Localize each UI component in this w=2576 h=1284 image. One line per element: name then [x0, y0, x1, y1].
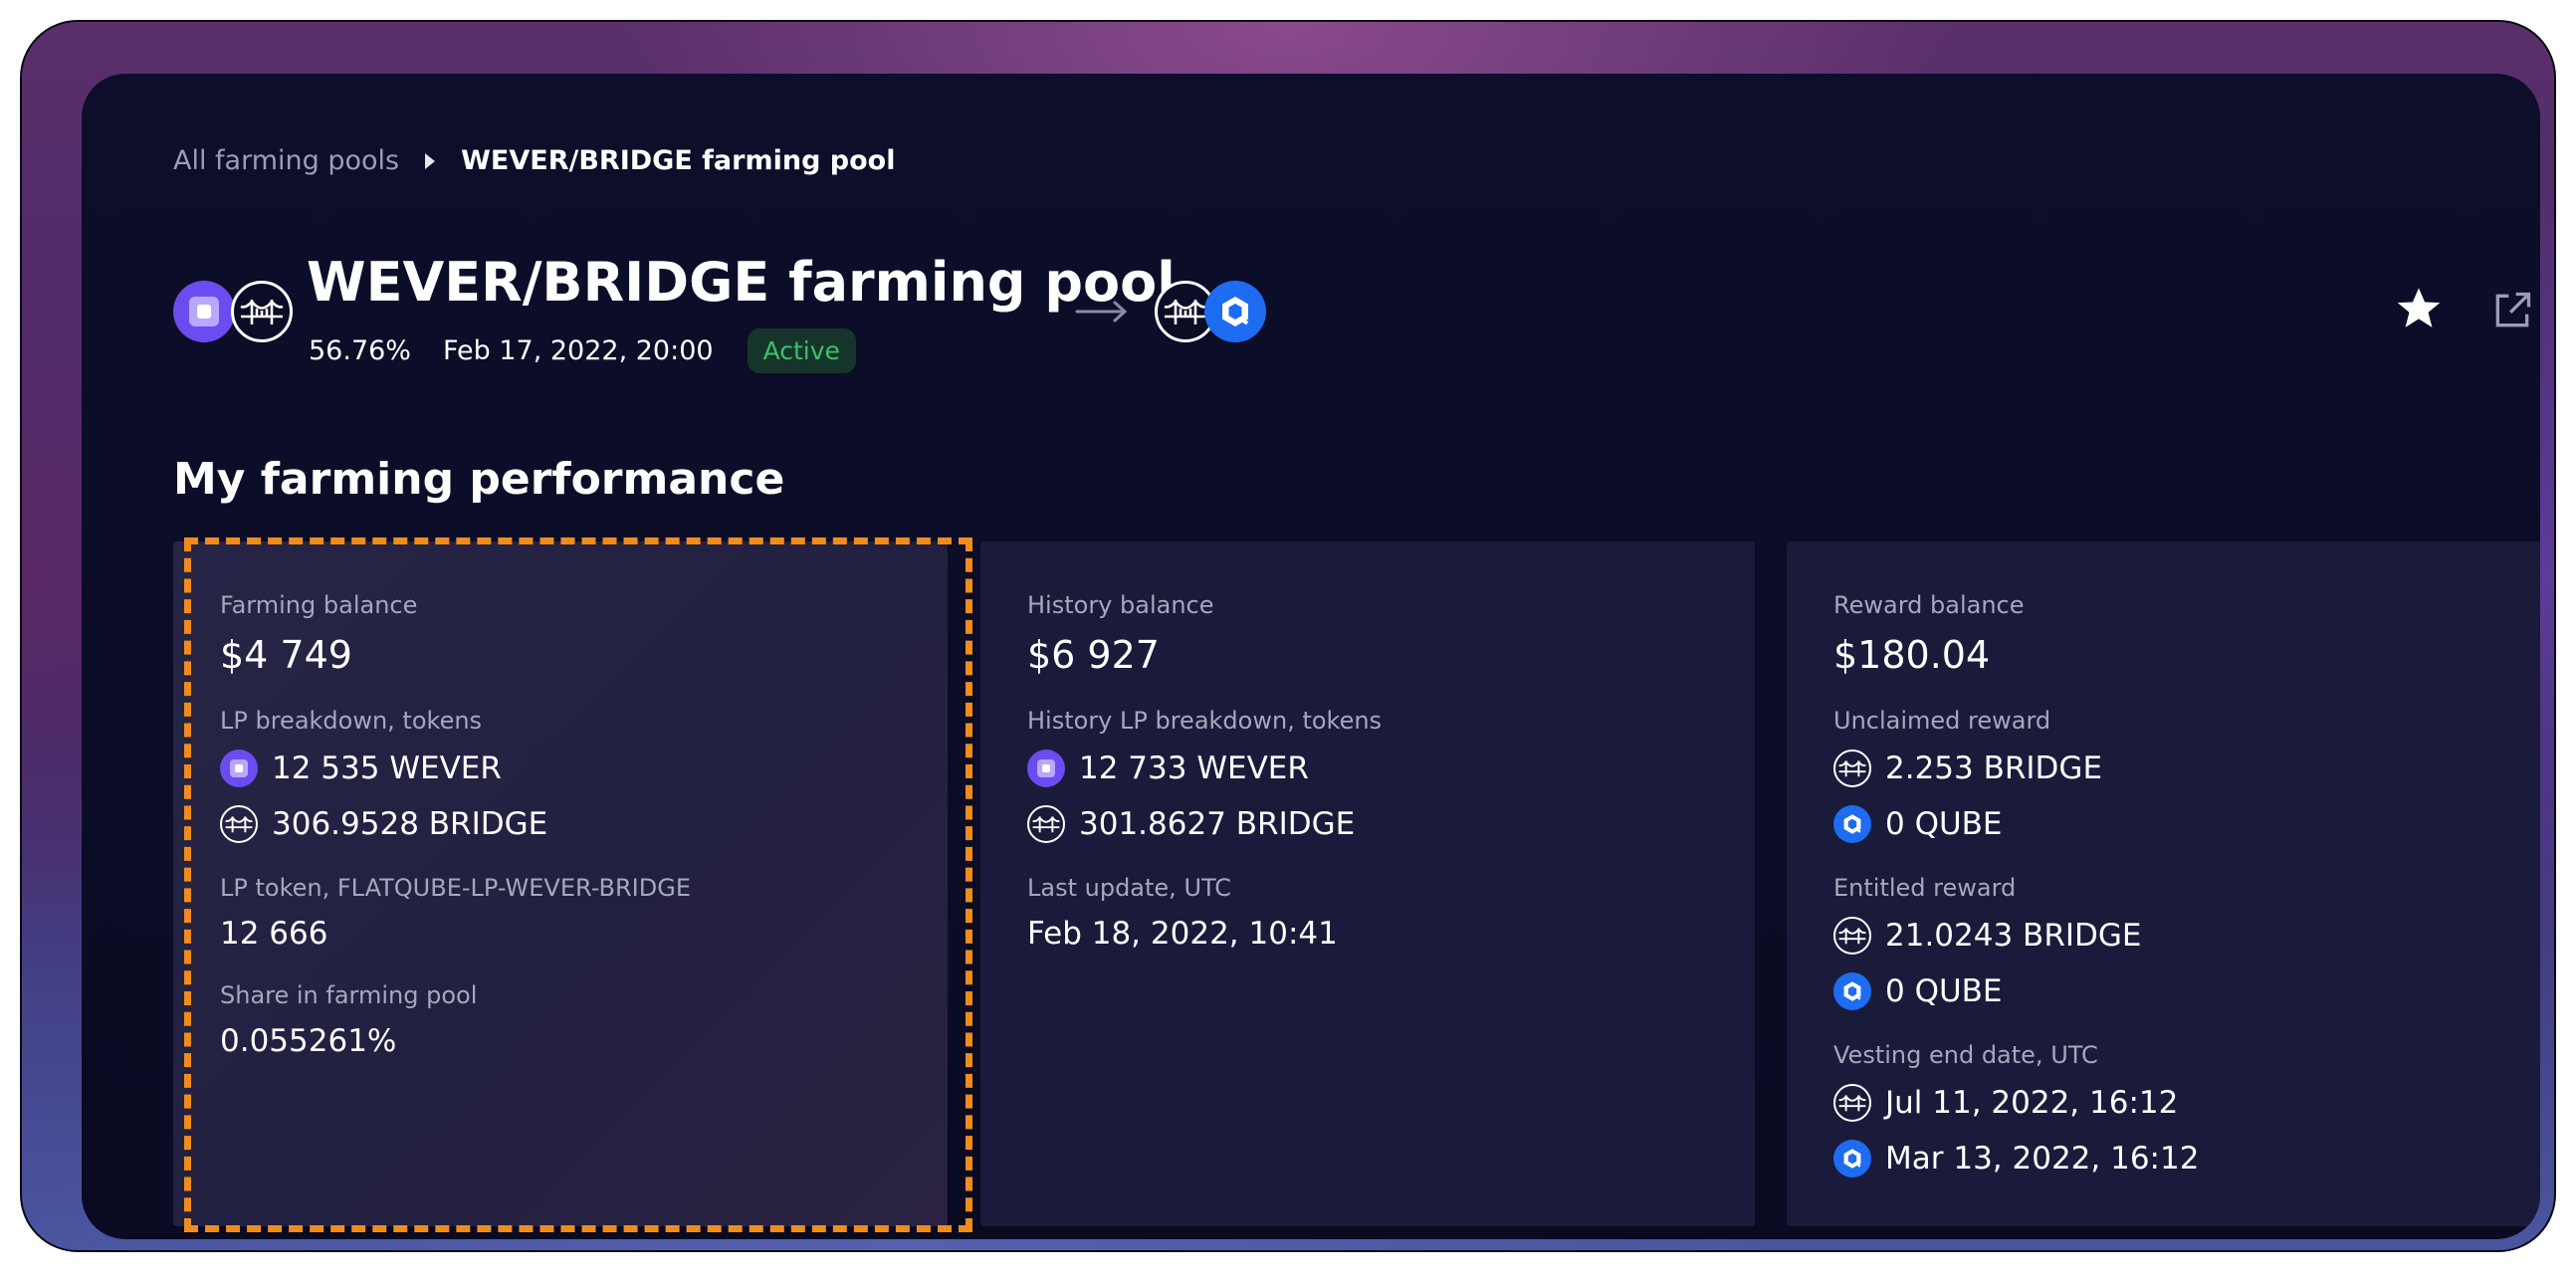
farming-balance-value: $4 749 — [220, 633, 352, 677]
history-balance-value: $6 927 — [1027, 633, 1160, 677]
lp-wever-row: 12 535 WEVER — [220, 749, 918, 788]
outer-frame: All farming pools WEVER/BRIDGE farming p… — [20, 20, 2556, 1252]
share-value: 0.055261% — [220, 1023, 397, 1059]
lp-token-value: 12 666 — [220, 916, 328, 952]
pool-meta: 56.76% Feb 17, 2022, 20:00 Active — [309, 328, 856, 373]
wever-token-icon — [220, 749, 258, 787]
vesting-qube-row: Mar 13, 2022, 16:12 — [1833, 1139, 2531, 1178]
last-update-value: Feb 18, 2022, 10:41 — [1027, 916, 1338, 952]
qube-token-icon — [1204, 281, 1266, 342]
section-title: My farming performance — [173, 454, 785, 505]
entitled-bridge-amount: 21.0243 BRIDGE — [1885, 918, 2142, 954]
reward-balance-value: $180.04 — [1833, 633, 1991, 677]
bridge-token-icon — [231, 281, 293, 342]
bridge-token-icon — [1833, 917, 1871, 955]
unclaimed-bridge-amount: 2.253 BRIDGE — [1885, 750, 2103, 786]
history-lp-bridge-row: 301.8627 BRIDGE — [1027, 804, 1725, 844]
lp-wever-amount: 12 535 WEVER — [272, 750, 502, 786]
lp-token-label: LP token, FLATQUBE-LP-WEVER-BRIDGE — [220, 874, 691, 902]
last-update-label: Last update, UTC — [1027, 874, 1232, 902]
qube-token-icon — [1833, 805, 1871, 843]
history-lp-bridge-amount: 301.8627 BRIDGE — [1079, 806, 1356, 842]
pool-pair-icons — [173, 281, 293, 342]
qube-token-icon — [1833, 1140, 1871, 1177]
bridge-token-icon — [1833, 749, 1871, 787]
farming-balance-card: Farming balance $4 749 LP breakdown, tok… — [173, 541, 948, 1226]
entitled-qube-row: 0 QUBE — [1833, 971, 2531, 1011]
arrow-right-icon — [1075, 301, 1128, 322]
reward-balance-card: Reward balance $180.04 Unclaimed reward … — [1787, 541, 2540, 1226]
external-link-icon[interactable] — [2490, 289, 2534, 332]
breadcrumb-all-farming-pools-link[interactable]: All farming pools — [173, 145, 399, 176]
farming-pool-panel: All farming pools WEVER/BRIDGE farming p… — [82, 74, 2540, 1239]
vesting-bridge-row: Jul 11, 2022, 16:12 — [1833, 1083, 2531, 1123]
entitled-bridge-row: 21.0243 BRIDGE — [1833, 916, 2531, 956]
pool-title: WEVER/BRIDGE farming pool — [307, 251, 1176, 314]
status-badge: Active — [747, 328, 856, 373]
entitled-reward-label: Entitled reward — [1833, 874, 2017, 902]
history-lp-breakdown-label: History LP breakdown, tokens — [1027, 707, 1383, 735]
unclaimed-reward-label: Unclaimed reward — [1833, 707, 2051, 735]
history-lp-wever-amount: 12 733 WEVER — [1079, 750, 1309, 786]
bridge-token-icon — [220, 805, 258, 843]
wever-token-icon — [1027, 749, 1065, 787]
history-balance-label: History balance — [1027, 591, 1214, 619]
pool-date: Feb 17, 2022, 20:00 — [442, 335, 714, 366]
history-lp-wever-row: 12 733 WEVER — [1027, 749, 1725, 788]
unclaimed-bridge-row: 2.253 BRIDGE — [1833, 749, 2531, 788]
vesting-end-label: Vesting end date, UTC — [1833, 1041, 2098, 1069]
breadcrumb-current: WEVER/BRIDGE farming pool — [461, 145, 896, 176]
reward-balance-label: Reward balance — [1833, 591, 2025, 619]
pool-apr: 56.76% — [309, 335, 411, 366]
wever-token-icon — [173, 281, 235, 342]
unclaimed-qube-amount: 0 QUBE — [1885, 806, 2003, 842]
unclaimed-qube-row: 0 QUBE — [1833, 804, 2531, 844]
lp-bridge-amount: 306.9528 BRIDGE — [272, 806, 548, 842]
chevron-right-icon — [425, 152, 436, 169]
lp-bridge-row: 306.9528 BRIDGE — [220, 804, 918, 844]
history-balance-card: History balance $6 927 History LP breakd… — [980, 541, 1755, 1226]
breadcrumb: All farming pools WEVER/BRIDGE farming p… — [173, 145, 895, 176]
star-icon[interactable] — [2393, 283, 2445, 334]
vesting-bridge-date: Jul 11, 2022, 16:12 — [1885, 1085, 2179, 1121]
farming-balance-label: Farming balance — [220, 591, 418, 619]
share-label: Share in farming pool — [220, 981, 478, 1009]
lp-breakdown-label: LP breakdown, tokens — [220, 707, 483, 735]
bridge-token-icon — [1833, 1084, 1871, 1122]
vesting-qube-date: Mar 13, 2022, 16:12 — [1885, 1141, 2200, 1177]
bridge-token-icon — [1027, 805, 1065, 843]
entitled-qube-amount: 0 QUBE — [1885, 973, 2003, 1009]
reward-token-icons — [1155, 281, 1274, 342]
qube-token-icon — [1833, 972, 1871, 1010]
